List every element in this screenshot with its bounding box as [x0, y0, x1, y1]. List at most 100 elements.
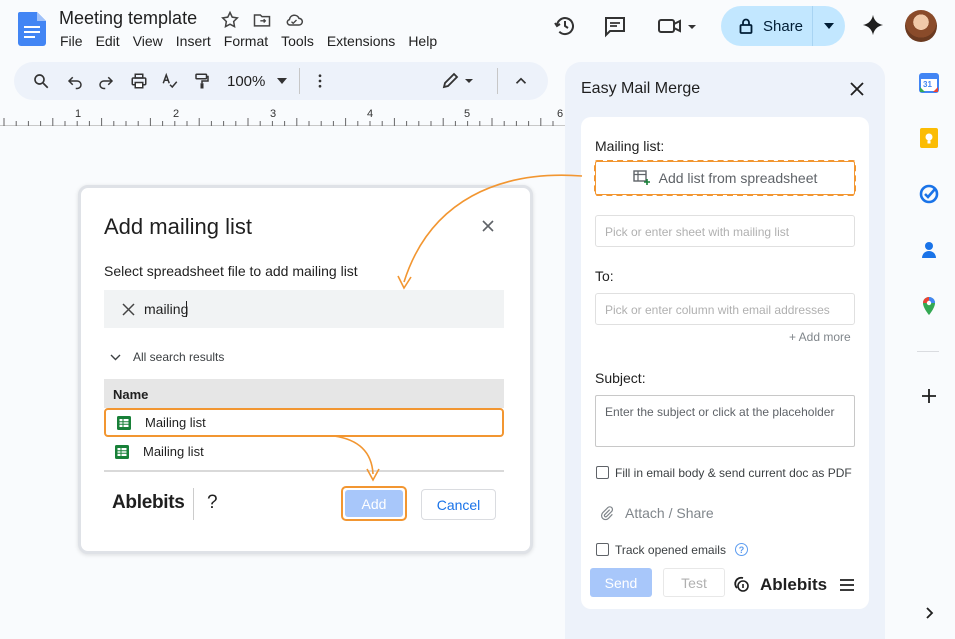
avatar[interactable] [905, 10, 937, 42]
paint-format-icon[interactable] [193, 72, 211, 90]
share-dropdown[interactable] [813, 23, 845, 29]
footer-divider [193, 488, 194, 520]
subject-input[interactable]: Enter the subject or click at the placeh… [595, 395, 855, 447]
menu-view[interactable]: View [133, 33, 163, 49]
table-row[interactable]: Mailing list [104, 437, 504, 466]
ruler-label: 6 [557, 108, 564, 120]
row-label: Mailing list [145, 415, 206, 430]
paperclip-icon [600, 506, 614, 521]
gemini-icon[interactable] [862, 14, 884, 36]
row-label: Mailing list [143, 444, 204, 459]
menu-help[interactable]: Help [408, 33, 437, 49]
dialog-subtitle: Select spreadsheet file to add mailing l… [104, 263, 358, 279]
add-more-link[interactable]: + Add more [789, 330, 851, 344]
menu-bar: File Edit View Insert Format Tools Exten… [60, 33, 450, 49]
add-list-label: Add list from spreadsheet [658, 170, 818, 186]
move-folder-icon[interactable] [252, 10, 272, 30]
text-cursor [186, 301, 187, 317]
zoom-select[interactable]: 100% [227, 73, 265, 90]
maps-icon[interactable] [919, 296, 939, 316]
panel-close-icon[interactable] [850, 82, 864, 96]
search-menus-icon[interactable] [32, 72, 50, 90]
share-main[interactable]: Share [721, 6, 813, 46]
cancel-button[interactable]: Cancel [421, 489, 496, 520]
sheets-file-icon [117, 415, 131, 430]
ruler-label: 5 [464, 108, 471, 120]
sheets-file-icon [115, 444, 129, 459]
rail-divider [917, 351, 939, 352]
toolbar-divider [497, 68, 498, 94]
fill-pdf-label: Fill in email body & send current doc as… [615, 466, 852, 480]
share-label: Share [763, 17, 804, 35]
ruler-label: 3 [270, 108, 277, 120]
undo-icon[interactable] [66, 72, 84, 90]
toolbar-divider [299, 68, 300, 94]
redo-icon[interactable] [97, 72, 115, 90]
collapse-menus-icon[interactable] [512, 72, 530, 90]
comments-icon[interactable] [603, 14, 627, 38]
chevron-right-icon[interactable] [919, 603, 939, 623]
ruler-label: 2 [173, 108, 180, 120]
attach-share-button[interactable]: Attach / Share [599, 505, 714, 521]
zoom-caret-icon[interactable] [277, 78, 287, 84]
subject-label: Subject: [595, 370, 646, 386]
star-icon[interactable] [220, 10, 240, 30]
spellcheck-icon[interactable] [161, 72, 179, 90]
dialog-close-icon[interactable] [480, 218, 496, 234]
clear-search-icon[interactable] [122, 303, 135, 316]
print-icon[interactable] [130, 72, 148, 90]
meet-icon[interactable] [657, 14, 701, 38]
ablebits-mark-icon [733, 574, 753, 594]
ablebits-logo: Ablebits [760, 575, 828, 594]
help-icon[interactable]: ? [735, 543, 748, 556]
document-title[interactable]: Meeting template [59, 8, 197, 29]
send-button[interactable]: Send [590, 568, 652, 597]
menu-format[interactable]: Format [224, 33, 268, 49]
menu-file[interactable]: File [60, 33, 83, 49]
cloud-saved-icon[interactable] [284, 10, 304, 30]
track-opened-label: Track opened emails [615, 543, 726, 557]
editing-mode-icon[interactable] [441, 72, 477, 90]
mailing-list-label: Mailing list: [595, 138, 665, 154]
version-history-icon[interactable] [553, 14, 577, 38]
hamburger-menu-icon[interactable] [840, 579, 854, 591]
sheet-input[interactable]: Pick or enter sheet with mailing list [595, 215, 855, 247]
chevron-down-icon [110, 354, 121, 360]
menu-edit[interactable]: Edit [96, 33, 120, 49]
attach-label: Attach / Share [625, 505, 714, 521]
ablebits-logo: Ablebits [112, 492, 185, 513]
table-header-name: Name [104, 379, 504, 408]
share-button[interactable]: Share [721, 6, 845, 46]
docs-logo-icon[interactable] [18, 12, 46, 46]
ruler-label: 1 [75, 108, 82, 120]
test-button[interactable]: Test [663, 568, 725, 597]
track-opened-checkbox[interactable] [596, 543, 609, 556]
add-table-icon [632, 170, 650, 185]
to-input[interactable]: Pick or enter column with email addresse… [595, 293, 855, 325]
panel-title: Easy Mail Merge [581, 80, 701, 97]
tasks-icon[interactable] [919, 184, 939, 204]
more-options-icon[interactable] [311, 72, 329, 90]
table-row[interactable]: Mailing list [104, 408, 504, 437]
dialog-title: Add mailing list [104, 214, 252, 239]
help-button[interactable]: ? [207, 492, 218, 514]
ruler [0, 108, 565, 126]
ruler-label: 4 [367, 108, 374, 120]
keep-icon[interactable] [919, 128, 939, 148]
lock-icon [739, 18, 753, 34]
fill-pdf-checkbox[interactable] [596, 466, 609, 479]
search-results-toggle[interactable]: All search results [110, 350, 224, 364]
add-list-button[interactable]: Add list from spreadsheet [594, 160, 856, 196]
caret-down-icon [824, 23, 834, 29]
results-label: All search results [133, 350, 225, 364]
menu-extensions[interactable]: Extensions [327, 33, 395, 49]
to-label: To: [595, 268, 614, 284]
calendar-day: 31 [923, 80, 932, 89]
menu-tools[interactable]: Tools [281, 33, 314, 49]
menu-insert[interactable]: Insert [176, 33, 211, 49]
contacts-icon[interactable] [919, 240, 939, 260]
add-button[interactable]: Add [345, 490, 403, 517]
add-addon-icon[interactable] [919, 386, 939, 406]
dialog-divider [104, 470, 504, 472]
search-value[interactable]: mailing [144, 301, 188, 317]
